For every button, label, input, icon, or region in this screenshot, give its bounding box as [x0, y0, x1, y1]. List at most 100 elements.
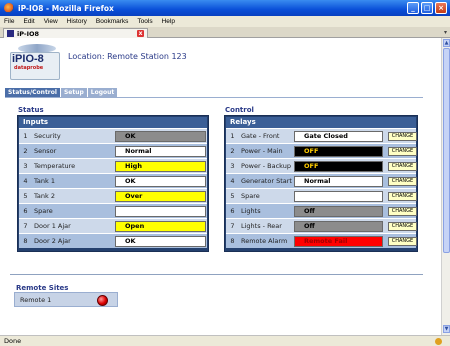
tab-setup[interactable]: Setup: [60, 88, 87, 97]
logo-main-text: iPIO-8: [12, 53, 44, 65]
status-indicator-icon: [435, 338, 442, 345]
inputs-row: 5 Tank 2 Over: [19, 188, 207, 203]
change-button[interactable]: CHANGE: [388, 132, 417, 141]
relays-row-number: 6: [230, 207, 235, 215]
inputs-row-number: 2: [23, 147, 28, 155]
relays-row-label: Gate - Front: [241, 132, 280, 140]
nav-underline: [5, 97, 423, 98]
section-divider: [10, 274, 423, 275]
page-favicon: [7, 30, 14, 37]
relays-row-number: 8: [230, 237, 235, 245]
inputs-row-number: 5: [23, 192, 28, 200]
change-button[interactable]: CHANGE: [388, 162, 417, 171]
menu-bookmarks[interactable]: Bookmarks: [96, 18, 129, 25]
scroll-down-icon[interactable]: ▼: [443, 325, 450, 333]
tab-close-icon[interactable]: x: [137, 30, 144, 37]
inputs-row-label: Tank 1: [34, 177, 55, 185]
relays-row-number: 5: [230, 192, 235, 200]
relays-row: 5 Spare CHANGE: [226, 188, 417, 203]
inputs-row-label: Door 2 Ajar: [34, 237, 71, 245]
change-button[interactable]: CHANGE: [388, 207, 417, 216]
logo-sub-text: dataprobe: [14, 65, 44, 71]
relays-row: 1 Gate - Front Gate Closed CHANGE: [226, 128, 417, 143]
inputs-status-value: OK: [115, 131, 206, 142]
inputs-row-label: Tank 2: [34, 192, 55, 200]
inputs-status-value: Normal: [115, 146, 206, 157]
relays-row-label: Power - Backup: [241, 162, 291, 170]
inputs-row-label: Spare: [34, 207, 53, 215]
scroll-thumb[interactable]: [443, 48, 450, 253]
change-button[interactable]: CHANGE: [388, 147, 417, 156]
ipio8-logo: iPIO-8 dataprobe: [10, 44, 62, 80]
tab-label: iP-IO8: [17, 29, 40, 38]
inputs-status-value: Open: [115, 221, 206, 232]
inputs-status-value: OK: [115, 236, 206, 247]
inputs-row: 2 Sensor Normal: [19, 143, 207, 158]
location-title: Location: Remote Station 123: [68, 52, 187, 61]
menu-bar: File Edit View History Bookmarks Tools H…: [0, 16, 450, 27]
inputs-row: 4 Tank 1 OK: [19, 173, 207, 188]
relays-row-number: 4: [230, 177, 235, 185]
relays-row-label: Lights - Rear: [241, 222, 282, 230]
change-button[interactable]: CHANGE: [388, 177, 417, 186]
change-button[interactable]: CHANGE: [388, 222, 417, 231]
relays-row-label: Generator Start: [241, 177, 292, 185]
tab-list-icon[interactable]: ▾: [444, 29, 447, 36]
inputs-row: 3 Temperature High: [19, 158, 207, 173]
inputs-row-label: Temperature: [34, 162, 76, 170]
inputs-row-label: Sensor: [34, 147, 57, 155]
relays-row: 3 Power - Backup OFF CHANGE: [226, 158, 417, 173]
relays-status-value: [294, 191, 383, 202]
relays-status-value: Off: [294, 206, 383, 217]
inputs-row: 7 Door 1 Ajar Open: [19, 218, 207, 233]
menu-edit[interactable]: Edit: [23, 18, 34, 25]
relays-status-value: Off: [294, 221, 383, 232]
menu-tools[interactable]: Tools: [137, 18, 152, 25]
tab-bar: iP-IO8 x ▾: [0, 27, 450, 38]
menu-help[interactable]: Help: [162, 18, 175, 25]
browser-tab[interactable]: iP-IO8 x: [3, 28, 148, 38]
relays-row: 6 Lights Off CHANGE: [226, 203, 417, 218]
menu-file[interactable]: File: [4, 18, 14, 25]
relays-status-value: Remote Fail: [294, 236, 383, 247]
inputs-status-value: OK: [115, 176, 206, 187]
relays-row: 7 Lights - Rear Off CHANGE: [226, 218, 417, 233]
status-title: Status: [18, 106, 44, 114]
inputs-row-number: 1: [23, 132, 28, 140]
menu-history[interactable]: History: [67, 18, 87, 25]
relays-status-value: Gate Closed: [294, 131, 383, 142]
inputs-row-number: 6: [23, 207, 28, 215]
close-button[interactable]: ×: [435, 2, 447, 14]
status-bar: Done: [0, 335, 450, 346]
window-title: iP-IO8 - Mozilla Firefox: [18, 3, 114, 13]
vertical-scrollbar[interactable]: ▲ ▼: [441, 38, 450, 335]
menu-view[interactable]: View: [44, 18, 58, 25]
inputs-row-number: 4: [23, 177, 28, 185]
inputs-status-value: [115, 206, 206, 217]
nav-tabs: Status/Control Setup Logout: [5, 88, 118, 97]
relays-row: 4 Generator Start Normal CHANGE: [226, 173, 417, 188]
relays-row-label: Lights: [241, 207, 261, 215]
scroll-up-icon[interactable]: ▲: [443, 39, 450, 47]
control-title: Control: [225, 106, 254, 114]
inputs-row-label: Door 1 Ajar: [34, 222, 71, 230]
inputs-row-number: 8: [23, 237, 28, 245]
relays-row-number: 2: [230, 147, 235, 155]
inputs-status-value: High: [115, 161, 206, 172]
change-button[interactable]: CHANGE: [388, 237, 417, 246]
status-text: Done: [4, 337, 22, 345]
window-titlebar: iP-IO8 - Mozilla Firefox _ □ ×: [0, 0, 450, 16]
maximize-button[interactable]: □: [421, 2, 433, 14]
remote-sites-title: Remote Sites: [16, 284, 69, 292]
relays-row: 2 Power - Main OFF CHANGE: [226, 143, 417, 158]
relays-status-value: OFF: [294, 161, 383, 172]
inputs-row: 1 Security OK: [19, 128, 207, 143]
minimize-button[interactable]: _: [407, 2, 419, 14]
tab-status-control[interactable]: Status/Control: [5, 88, 60, 97]
relays-panel: Relays 1 Gate - Front Gate Closed CHANGE 2 Po…: [224, 115, 418, 252]
relays-row-label: Power - Main: [241, 147, 283, 155]
change-button[interactable]: CHANGE: [388, 192, 417, 201]
remote-site-row[interactable]: Remote 1: [14, 292, 118, 307]
page-viewport: iPIO-8 dataprobe Location: Remote Statio…: [0, 38, 441, 335]
tab-logout[interactable]: Logout: [87, 88, 118, 97]
